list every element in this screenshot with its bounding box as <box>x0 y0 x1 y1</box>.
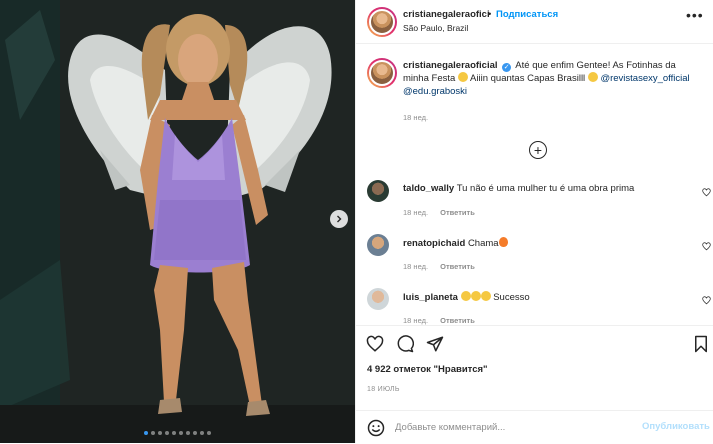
more-options-icon[interactable]: ••• <box>686 7 704 23</box>
smiling-face-emoji-icon <box>457 72 468 82</box>
clapping-hands-emoji-icon <box>480 291 491 301</box>
carousel-dot[interactable] <box>172 431 176 435</box>
like-comment-heart-icon[interactable] <box>702 296 711 305</box>
post-photo <box>0 0 355 443</box>
carousel-dot[interactable] <box>193 431 197 435</box>
comment-time[interactable]: 18 нед. <box>403 208 428 217</box>
share-paper-plane-icon[interactable] <box>426 335 444 353</box>
caption-mention-edu[interactable]: @edu.graboski <box>403 86 467 97</box>
load-more-comments-icon[interactable]: + <box>529 141 547 159</box>
comment-text: Sucesso <box>493 292 530 303</box>
follow-button[interactable]: Подписаться <box>496 9 558 20</box>
caption-author-avatar[interactable] <box>367 58 397 88</box>
carousel-dot[interactable] <box>151 431 155 435</box>
carousel-dot[interactable] <box>186 431 190 435</box>
comment-text: Chama <box>467 238 499 249</box>
author-avatar[interactable] <box>367 7 397 37</box>
commenter-avatar[interactable] <box>367 234 389 256</box>
carousel-dot[interactable] <box>207 431 211 435</box>
carousel-dot[interactable] <box>200 431 204 435</box>
publish-button[interactable]: Опубликовать <box>642 421 710 432</box>
carousel-next-button[interactable] <box>330 210 348 228</box>
post-caption: cristianegaleraoficial ✓ Até que enfim G… <box>403 59 703 98</box>
carousel-indicator <box>0 431 355 435</box>
carousel-dot[interactable] <box>144 431 148 435</box>
add-comment-bar: Опубликовать <box>355 410 713 444</box>
grinning-face-emoji-icon <box>587 72 598 82</box>
add-comment-input[interactable] <box>395 419 635 435</box>
caption-mention-revistasexy[interactable]: @revistasexy_official <box>600 73 689 84</box>
like-comment-heart-icon[interactable] <box>702 242 711 251</box>
comment-1: taldo_wally Tu não é uma mulher tu é uma… <box>403 183 634 194</box>
comment-meta: 18 нед. Ответить <box>403 316 475 325</box>
caption-text-2: Aiiin quantas Capas Brasilll <box>470 73 586 84</box>
commenter-avatar[interactable] <box>367 180 389 202</box>
emoji-smile-icon[interactable] <box>367 419 385 437</box>
save-bookmark-icon[interactable] <box>693 335 709 353</box>
comment-meta: 18 нед. Ответить <box>403 262 475 271</box>
comment-time[interactable]: 18 нед. <box>403 262 428 271</box>
comment-time[interactable]: 18 нед. <box>403 316 428 325</box>
comment-2: renatopichaid Chama <box>403 237 508 249</box>
like-heart-icon[interactable] <box>366 335 384 353</box>
post-header: cristianegaleraofici • Подписаться São P… <box>356 0 713 44</box>
comment-username[interactable]: luis_planeta <box>403 292 458 303</box>
comment-meta: 18 нед. Ответить <box>403 208 475 217</box>
comment-text: Tu não é uma mulher tu é uma obra prima <box>456 183 635 194</box>
likes-count[interactable]: 4 922 отметок "Нравится" <box>367 364 488 375</box>
post-date[interactable]: 18 ИЮЛЬ <box>367 386 400 393</box>
comment-username[interactable]: taldo_wally <box>403 183 454 194</box>
clapping-hands-emoji-icon <box>470 291 481 301</box>
clapping-hands-emoji-icon <box>460 291 471 301</box>
chevron-right-icon <box>337 215 342 223</box>
carousel-dot[interactable] <box>165 431 169 435</box>
caption-time[interactable]: 18 нед. <box>403 113 428 122</box>
commenter-avatar[interactable] <box>367 288 389 310</box>
post-actions: 4 922 отметок "Нравится" 18 ИЮЛЬ Опублик… <box>355 325 713 443</box>
reply-button[interactable]: Ответить <box>440 316 475 325</box>
like-comment-heart-icon[interactable] <box>702 188 711 197</box>
carousel-dot[interactable] <box>158 431 162 435</box>
comment-bubble-icon[interactable] <box>396 335 414 353</box>
comment-3: luis_planeta Sucesso <box>403 291 530 303</box>
author-username[interactable]: cristianegaleraofici <box>403 9 490 20</box>
reply-button[interactable]: Ответить <box>440 208 475 217</box>
carousel-dot[interactable] <box>179 431 183 435</box>
caption-username[interactable]: cristianegaleraoficial <box>403 60 498 71</box>
post-media[interactable] <box>0 0 355 443</box>
reply-button[interactable]: Ответить <box>440 262 475 271</box>
comment-username[interactable]: renatopichaid <box>403 238 465 249</box>
header-separator: • <box>488 9 492 20</box>
location-link[interactable]: São Paulo, Brazil <box>403 23 468 33</box>
fire-emoji-icon <box>498 237 508 247</box>
verified-badge-icon: ✓ <box>502 63 512 72</box>
